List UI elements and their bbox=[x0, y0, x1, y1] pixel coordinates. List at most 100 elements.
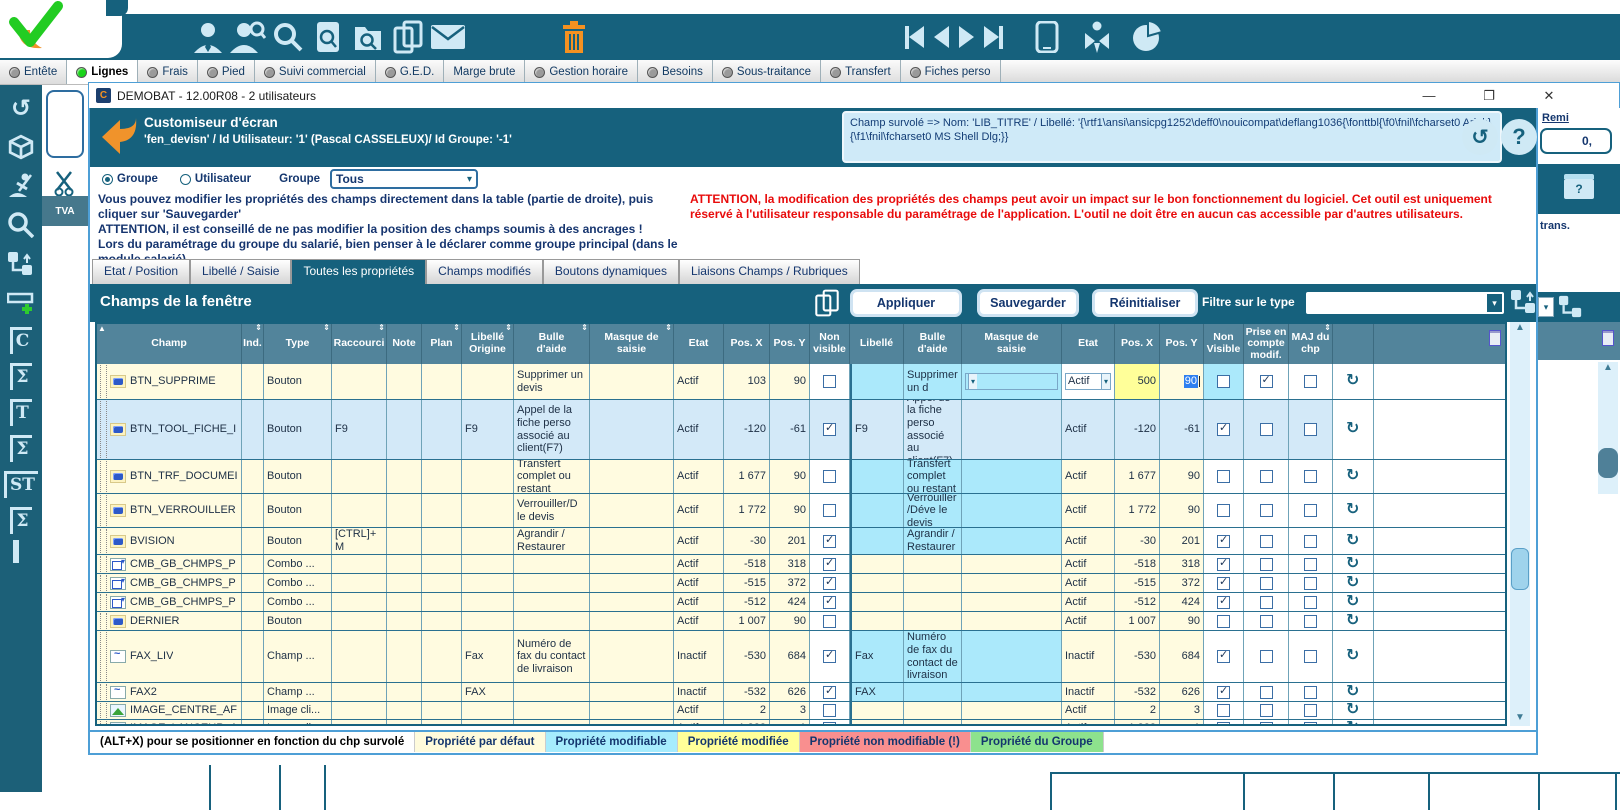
sort-icon[interactable]: ⇕ bbox=[1324, 324, 1331, 333]
scroll-up-icon[interactable]: ▲ bbox=[1510, 322, 1530, 336]
window-strip-icon[interactable] bbox=[13, 543, 29, 561]
column-header[interactable]: Bulle d'aide bbox=[904, 324, 962, 364]
checkbox[interactable] bbox=[1260, 423, 1273, 436]
table-row[interactable]: CMB_GB_CHMPS_PCombo ...Actif-515372Actif… bbox=[97, 574, 1505, 593]
column-header[interactable]: Etat bbox=[1062, 324, 1115, 364]
column-header[interactable]: Raccourci⇕ bbox=[332, 324, 387, 364]
groupe-select[interactable]: Tous ▾ bbox=[330, 169, 478, 189]
mail-icon[interactable] bbox=[428, 17, 468, 57]
cell-r-libelle[interactable] bbox=[850, 494, 904, 527]
cell-nonvis[interactable] bbox=[810, 400, 850, 459]
cell-r-etat[interactable]: Actif bbox=[1062, 593, 1115, 611]
checkbox[interactable] bbox=[1304, 375, 1317, 388]
revert-row-icon[interactable]: ↺ bbox=[1346, 532, 1359, 550]
checkbox[interactable] bbox=[1260, 722, 1273, 726]
row-drag-handle[interactable] bbox=[100, 703, 107, 718]
chevron-down-icon[interactable]: ▾ bbox=[1538, 297, 1554, 317]
cell-r-bulle[interactable]: Supprimer un d bbox=[904, 364, 962, 399]
checkbox[interactable] bbox=[1260, 596, 1273, 609]
column-header[interactable]: Bulle d'aide⇕ bbox=[514, 324, 590, 364]
sort-icon[interactable]: ⇕ bbox=[581, 324, 588, 333]
cell-r-bulle[interactable] bbox=[904, 555, 962, 573]
scroll-down-icon[interactable]: ▼ bbox=[1510, 712, 1530, 726]
table-row[interactable]: FAX2Champ ...FAXInactif-532626FAXInactif… bbox=[97, 683, 1505, 702]
checkbox[interactable] bbox=[1260, 686, 1273, 699]
cell-r-etat[interactable]: Actif bbox=[1062, 720, 1115, 726]
checkbox[interactable] bbox=[1304, 470, 1317, 483]
property-tab-5[interactable]: Liaisons Champs / Rubriques bbox=[679, 259, 860, 284]
cell-r-bulle[interactable]: Numéro de fax du contact de livraison bbox=[904, 631, 962, 682]
trash-icon[interactable] bbox=[554, 17, 594, 57]
cell-r-nonvis[interactable] bbox=[1204, 494, 1244, 527]
cell-r-masque[interactable] bbox=[962, 702, 1062, 719]
module-tab-marge-brute[interactable]: Marge brute bbox=[444, 60, 525, 84]
cell-nonvis[interactable] bbox=[810, 494, 850, 527]
cell-r-libelle[interactable]: FAX bbox=[850, 683, 904, 701]
reinitialiser-button[interactable]: Réinitialiser bbox=[1092, 289, 1198, 317]
cell-r-bulle[interactable]: Transfert complet ou restant bbox=[904, 460, 962, 493]
checkbox[interactable] bbox=[1260, 535, 1273, 548]
client-search-icon[interactable] bbox=[228, 17, 268, 57]
cell-r-maj[interactable] bbox=[1289, 494, 1333, 527]
reset-icon[interactable]: ↺ bbox=[1462, 119, 1498, 155]
module-tab-fiches-perso[interactable]: Fiches perso bbox=[901, 60, 1001, 84]
sort-icon[interactable]: ⇕ bbox=[505, 324, 512, 333]
cell-r-maj[interactable] bbox=[1289, 460, 1333, 493]
checkbox[interactable] bbox=[1260, 577, 1273, 590]
cell-r-nonvis[interactable] bbox=[1204, 683, 1244, 701]
cell-r-etat[interactable]: Inactif bbox=[1062, 683, 1115, 701]
checkbox[interactable] bbox=[823, 558, 836, 571]
cell-nonvis[interactable] bbox=[810, 528, 850, 554]
remise-field[interactable]: 0, bbox=[1540, 128, 1612, 154]
sum-icon[interactable]: Σ bbox=[10, 507, 31, 534]
checkbox[interactable] bbox=[823, 535, 836, 548]
cell-r-etat[interactable]: Actif▾ bbox=[1062, 364, 1115, 399]
cell-r-masque[interactable] bbox=[962, 593, 1062, 611]
cell-r-posy[interactable]: 90 bbox=[1160, 364, 1204, 399]
cell-r-libelle[interactable] bbox=[850, 460, 904, 493]
mobile-device-icon[interactable] bbox=[1027, 17, 1067, 57]
table-row[interactable]: CMB_GB_CHMPS_PCombo ...Actif-518318Actif… bbox=[97, 555, 1505, 574]
background-scrollbar[interactable]: ▲ bbox=[1598, 362, 1618, 494]
cell-r-etat[interactable]: Actif bbox=[1062, 702, 1115, 719]
cell-r-posx[interactable]: -532 bbox=[1115, 683, 1160, 701]
cell-r-etat[interactable]: Actif bbox=[1062, 400, 1115, 459]
cell-r-posx[interactable]: -515 bbox=[1115, 574, 1160, 592]
client-icon[interactable] bbox=[188, 17, 228, 57]
cell-r-libelle[interactable] bbox=[850, 702, 904, 719]
table-row[interactable]: IMAGE_CENTRE_AFImage cli...Actif23Actif2… bbox=[97, 702, 1505, 720]
cell-r-prise[interactable] bbox=[1244, 574, 1289, 592]
row-drag-handle[interactable] bbox=[100, 529, 107, 553]
cell-r-masque[interactable] bbox=[962, 460, 1062, 493]
scroll-up-icon[interactable]: ▲ bbox=[1598, 362, 1618, 373]
cell-r-libelle[interactable] bbox=[850, 364, 904, 399]
checkbox[interactable] bbox=[1260, 375, 1273, 388]
cell-r-etat[interactable]: Inactif bbox=[1062, 631, 1115, 682]
link-fields-icon[interactable] bbox=[6, 249, 36, 279]
checkbox[interactable] bbox=[1260, 558, 1273, 571]
row-drag-handle[interactable] bbox=[100, 613, 107, 629]
checkbox[interactable] bbox=[1217, 423, 1230, 436]
tva-tab[interactable]: TVA bbox=[42, 196, 88, 226]
column-header[interactable]: Ind.⇕ bbox=[242, 324, 264, 364]
cell-r-nonvis[interactable] bbox=[1204, 400, 1244, 459]
property-tab-2[interactable]: Toutes les propriétés bbox=[291, 259, 426, 284]
sum-icon[interactable]: Σ bbox=[10, 363, 31, 390]
row-drag-handle[interactable] bbox=[100, 594, 107, 610]
cell-nonvis[interactable] bbox=[810, 593, 850, 611]
insert-line-icon[interactable] bbox=[6, 288, 36, 318]
checkbox[interactable] bbox=[1217, 596, 1230, 609]
cell-r-posy[interactable]: 372 bbox=[1160, 574, 1204, 592]
column-header[interactable]: Note bbox=[387, 324, 422, 364]
cell-undo[interactable]: ↺ bbox=[1333, 400, 1374, 459]
cell-r-prise[interactable] bbox=[1244, 494, 1289, 527]
checkbox[interactable] bbox=[1304, 722, 1317, 726]
sum-icon[interactable]: Σ bbox=[10, 435, 31, 462]
cell-r-nonvis[interactable] bbox=[1204, 528, 1244, 554]
row-drag-handle[interactable] bbox=[100, 575, 107, 591]
table-row[interactable]: IMAGE_LANCEUR_AImage cli...Actif1 8281Ac… bbox=[97, 720, 1505, 726]
checkbox[interactable] bbox=[1217, 686, 1230, 699]
checkbox[interactable] bbox=[823, 577, 836, 590]
property-tab-3[interactable]: Champs modifiés bbox=[426, 259, 543, 284]
checkbox[interactable] bbox=[1260, 704, 1273, 717]
